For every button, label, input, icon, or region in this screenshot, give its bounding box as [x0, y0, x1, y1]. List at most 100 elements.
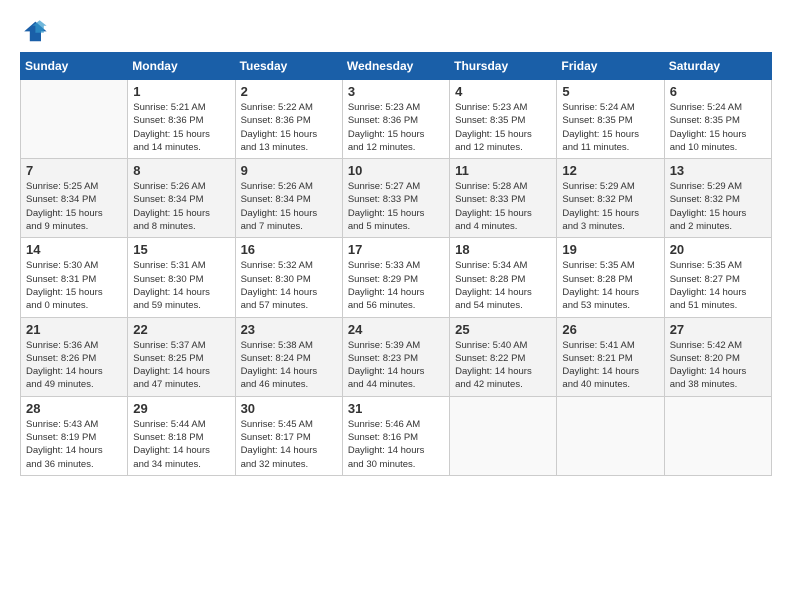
calendar-day-cell — [450, 396, 557, 475]
day-info: Sunrise: 5:26 AM Sunset: 8:34 PM Dayligh… — [241, 180, 337, 233]
day-number: 4 — [455, 84, 551, 99]
calendar-day-cell: 11 Sunrise: 5:28 AM Sunset: 8:33 PM Dayli… — [450, 159, 557, 238]
day-info: Sunrise: 5:25 AM Sunset: 8:34 PM Dayligh… — [26, 180, 122, 233]
day-info: Sunrise: 5:43 AM Sunset: 8:19 PM Dayligh… — [26, 418, 122, 471]
day-number: 12 — [562, 163, 658, 178]
calendar-day-cell: 29Sunrise: 5:44 AM Sunset: 8:18 PM Dayli… — [128, 396, 235, 475]
calendar-day-cell: 17Sunrise: 5:33 AM Sunset: 8:29 PM Dayli… — [342, 238, 449, 317]
day-info: Sunrise: 5:46 AM Sunset: 8:16 PM Dayligh… — [348, 418, 444, 471]
day-number: 30 — [241, 401, 337, 416]
day-number: 6 — [670, 84, 766, 99]
calendar-day-cell — [664, 396, 771, 475]
day-of-week-header: Saturday — [664, 53, 771, 80]
calendar-day-cell: 27 Sunrise: 5:42 AM Sunset: 8:20 PM Dayli… — [664, 317, 771, 396]
calendar-day-cell: 13Sunrise: 5:29 AM Sunset: 8:32 PM Dayli… — [664, 159, 771, 238]
day-info: Sunrise: 5:38 AM Sunset: 8:24 PM Dayligh… — [241, 339, 337, 392]
calendar-day-cell: 28 Sunrise: 5:43 AM Sunset: 8:19 PM Dayli… — [21, 396, 128, 475]
day-number: 18 — [455, 242, 551, 257]
day-of-week-header: Sunday — [21, 53, 128, 80]
logo — [20, 16, 52, 44]
day-number: 11 — [455, 163, 551, 178]
day-number: 5 — [562, 84, 658, 99]
calendar-header-row: SundayMondayTuesdayWednesdayThursdayFrid… — [21, 53, 772, 80]
calendar-week-row: 7 Sunrise: 5:25 AM Sunset: 8:34 PM Daylig… — [21, 159, 772, 238]
calendar-day-cell: 20Sunrise: 5:35 AM Sunset: 8:27 PM Dayli… — [664, 238, 771, 317]
day-info: Sunrise: 5:30 AM Sunset: 8:31 PM Dayligh… — [26, 259, 122, 312]
day-info: Sunrise: 5:45 AM Sunset: 8:17 PM Dayligh… — [241, 418, 337, 471]
day-number: 26 — [562, 322, 658, 337]
calendar-week-row: 1 Sunrise: 5:21 AM Sunset: 8:36 PM Daylig… — [21, 80, 772, 159]
calendar-day-cell: 23 Sunrise: 5:38 AM Sunset: 8:24 PM Dayli… — [235, 317, 342, 396]
calendar-day-cell: 7 Sunrise: 5:25 AM Sunset: 8:34 PM Daylig… — [21, 159, 128, 238]
calendar-day-cell: 25Sunrise: 5:40 AM Sunset: 8:22 PM Dayli… — [450, 317, 557, 396]
day-number: 14 — [26, 242, 122, 257]
day-number: 27 — [670, 322, 766, 337]
day-number: 31 — [348, 401, 444, 416]
day-info: Sunrise: 5:24 AM Sunset: 8:35 PM Dayligh… — [562, 101, 658, 154]
day-number: 24 — [348, 322, 444, 337]
day-number: 23 — [241, 322, 337, 337]
day-number: 17 — [348, 242, 444, 257]
calendar-table: SundayMondayTuesdayWednesdayThursdayFrid… — [20, 52, 772, 476]
day-number: 2 — [241, 84, 337, 99]
day-number: 8 — [133, 163, 229, 178]
day-of-week-header: Friday — [557, 53, 664, 80]
day-number: 22 — [133, 322, 229, 337]
calendar-day-cell: 10 Sunrise: 5:27 AM Sunset: 8:33 PM Dayli… — [342, 159, 449, 238]
day-info: Sunrise: 5:23 AM Sunset: 8:36 PM Dayligh… — [348, 101, 444, 154]
calendar-week-row: 21Sunrise: 5:36 AM Sunset: 8:26 PM Dayli… — [21, 317, 772, 396]
day-number: 19 — [562, 242, 658, 257]
day-info: Sunrise: 5:32 AM Sunset: 8:30 PM Dayligh… — [241, 259, 337, 312]
day-of-week-header: Monday — [128, 53, 235, 80]
day-of-week-header: Tuesday — [235, 53, 342, 80]
calendar-day-cell: 2 Sunrise: 5:22 AM Sunset: 8:36 PM Daylig… — [235, 80, 342, 159]
calendar-day-cell: 8Sunrise: 5:26 AM Sunset: 8:34 PM Daylig… — [128, 159, 235, 238]
day-number: 28 — [26, 401, 122, 416]
day-info: Sunrise: 5:41 AM Sunset: 8:21 PM Dayligh… — [562, 339, 658, 392]
day-number: 7 — [26, 163, 122, 178]
day-number: 15 — [133, 242, 229, 257]
day-info: Sunrise: 5:39 AM Sunset: 8:23 PM Dayligh… — [348, 339, 444, 392]
day-number: 3 — [348, 84, 444, 99]
calendar-day-cell: 30 Sunrise: 5:45 AM Sunset: 8:17 PM Dayli… — [235, 396, 342, 475]
calendar-day-cell: 26 Sunrise: 5:41 AM Sunset: 8:21 PM Dayli… — [557, 317, 664, 396]
calendar-day-cell: 4 Sunrise: 5:23 AM Sunset: 8:35 PM Daylig… — [450, 80, 557, 159]
calendar-day-cell: 19 Sunrise: 5:35 AM Sunset: 8:28 PM Dayli… — [557, 238, 664, 317]
day-info: Sunrise: 5:34 AM Sunset: 8:28 PM Dayligh… — [455, 259, 551, 312]
day-info: Sunrise: 5:22 AM Sunset: 8:36 PM Dayligh… — [241, 101, 337, 154]
day-info: Sunrise: 5:24 AM Sunset: 8:35 PM Dayligh… — [670, 101, 766, 154]
day-info: Sunrise: 5:29 AM Sunset: 8:32 PM Dayligh… — [562, 180, 658, 233]
day-info: Sunrise: 5:23 AM Sunset: 8:35 PM Dayligh… — [455, 101, 551, 154]
calendar-week-row: 14 Sunrise: 5:30 AM Sunset: 8:31 PM Dayli… — [21, 238, 772, 317]
day-info: Sunrise: 5:40 AM Sunset: 8:22 PM Dayligh… — [455, 339, 551, 392]
day-info: Sunrise: 5:28 AM Sunset: 8:33 PM Dayligh… — [455, 180, 551, 233]
calendar-day-cell: 24 Sunrise: 5:39 AM Sunset: 8:23 PM Dayli… — [342, 317, 449, 396]
day-info: Sunrise: 5:27 AM Sunset: 8:33 PM Dayligh… — [348, 180, 444, 233]
day-info: Sunrise: 5:44 AM Sunset: 8:18 PM Dayligh… — [133, 418, 229, 471]
day-of-week-header: Thursday — [450, 53, 557, 80]
calendar-day-cell: 22 Sunrise: 5:37 AM Sunset: 8:25 PM Dayli… — [128, 317, 235, 396]
day-info: Sunrise: 5:42 AM Sunset: 8:20 PM Dayligh… — [670, 339, 766, 392]
day-info: Sunrise: 5:36 AM Sunset: 8:26 PM Dayligh… — [26, 339, 122, 392]
day-info: Sunrise: 5:21 AM Sunset: 8:36 PM Dayligh… — [133, 101, 229, 154]
day-number: 9 — [241, 163, 337, 178]
day-number: 1 — [133, 84, 229, 99]
calendar-day-cell: 9 Sunrise: 5:26 AM Sunset: 8:34 PM Daylig… — [235, 159, 342, 238]
calendar-day-cell: 5 Sunrise: 5:24 AM Sunset: 8:35 PM Daylig… — [557, 80, 664, 159]
calendar-day-cell — [557, 396, 664, 475]
day-info: Sunrise: 5:37 AM Sunset: 8:25 PM Dayligh… — [133, 339, 229, 392]
calendar-day-cell: 18 Sunrise: 5:34 AM Sunset: 8:28 PM Dayli… — [450, 238, 557, 317]
calendar-day-cell: 16 Sunrise: 5:32 AM Sunset: 8:30 PM Dayli… — [235, 238, 342, 317]
calendar-day-cell: 14 Sunrise: 5:30 AM Sunset: 8:31 PM Dayli… — [21, 238, 128, 317]
day-number: 16 — [241, 242, 337, 257]
day-number: 13 — [670, 163, 766, 178]
calendar-day-cell: 21Sunrise: 5:36 AM Sunset: 8:26 PM Dayli… — [21, 317, 128, 396]
calendar-day-cell — [21, 80, 128, 159]
calendar-day-cell: 3 Sunrise: 5:23 AM Sunset: 8:36 PM Daylig… — [342, 80, 449, 159]
calendar-day-cell: 31 Sunrise: 5:46 AM Sunset: 8:16 PM Dayli… — [342, 396, 449, 475]
day-number: 10 — [348, 163, 444, 178]
calendar-day-cell: 12 Sunrise: 5:29 AM Sunset: 8:32 PM Dayli… — [557, 159, 664, 238]
day-info: Sunrise: 5:35 AM Sunset: 8:28 PM Dayligh… — [562, 259, 658, 312]
calendar-week-row: 28 Sunrise: 5:43 AM Sunset: 8:19 PM Dayli… — [21, 396, 772, 475]
day-number: 20 — [670, 242, 766, 257]
